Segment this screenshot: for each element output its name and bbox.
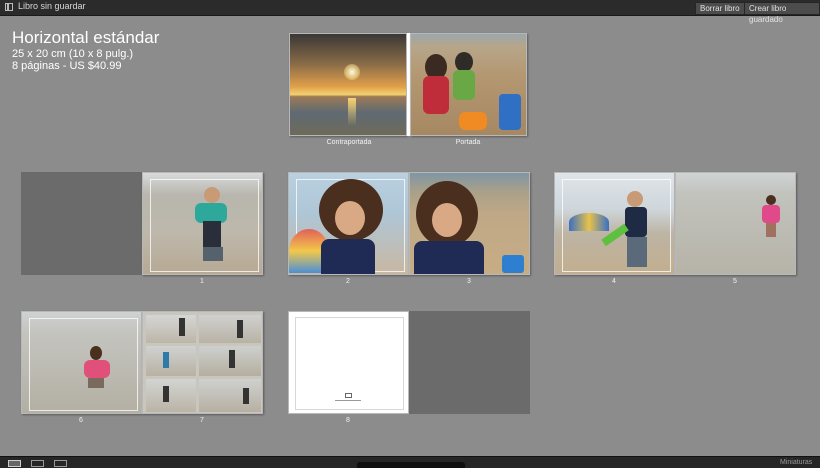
collage-photo-5[interactable] — [146, 379, 196, 412]
page-4-photo[interactable] — [554, 172, 675, 275]
page-number-7: 7 — [200, 417, 204, 424]
collage-photo-3[interactable] — [146, 346, 196, 376]
back-cover-label: Contraportada — [326, 139, 372, 146]
boy-head-shape — [627, 191, 643, 207]
photobook-logo-icon — [345, 393, 352, 398]
girl-face-shape — [432, 203, 462, 237]
panel-toggle-icon[interactable] — [5, 3, 13, 11]
page-number-3: 3 — [467, 278, 471, 285]
single-page-view-icon[interactable] — [54, 460, 67, 467]
page-number-5: 5 — [733, 278, 737, 285]
page-6-photo[interactable] — [21, 311, 142, 414]
spread-view-icon[interactable] — [31, 460, 44, 467]
child-red-shape — [423, 76, 449, 114]
page-number-2: 2 — [346, 278, 350, 285]
girl-face-shape — [335, 201, 365, 235]
child-green-shape — [453, 70, 475, 100]
page-3-photo[interactable] — [409, 172, 530, 275]
collage-photo-2[interactable] — [199, 315, 261, 343]
page-1-photo[interactable] — [142, 172, 263, 275]
book-format: Horizontal estándar — [12, 28, 160, 47]
girl-dress-shape — [321, 239, 375, 274]
book-title: Libro sin guardar — [18, 1, 86, 11]
page-number-8: 8 — [346, 417, 350, 424]
girl-dress-shape — [414, 241, 484, 274]
book-info: Horizontal estándar 25 x 20 cm (10 x 8 p… — [12, 28, 159, 72]
umbrella-shape — [569, 213, 609, 231]
create-saved-book-button[interactable]: Crear libro guardado — [744, 2, 820, 24]
collage-photo-6[interactable] — [199, 379, 261, 412]
page-number-6: 6 — [79, 417, 83, 424]
page-5-photo[interactable] — [675, 172, 796, 275]
page-2-photo[interactable] — [288, 172, 409, 275]
boy-head-shape — [204, 187, 220, 203]
front-cover-photo[interactable] — [410, 33, 527, 136]
inside-cover-blank — [21, 172, 142, 275]
back-cover-photo[interactable] — [289, 33, 407, 136]
boy-legs-shape — [203, 247, 223, 261]
page-number-4: 4 — [612, 278, 616, 285]
thumbnail-size-label: Miniaturas — [780, 459, 813, 466]
child-head-shape — [455, 52, 473, 72]
horizontal-scrollbar[interactable] — [357, 462, 465, 468]
front-cover-label: Portada — [455, 139, 481, 146]
blue-toy-shape — [502, 255, 524, 273]
bottom-toolbar: Miniaturas — [0, 456, 820, 468]
sun-shape — [344, 64, 360, 80]
page-8-blank[interactable] — [288, 311, 409, 414]
book-pages-price: 8 páginas - US $40.99 — [12, 60, 122, 72]
orange-toy-shape — [459, 112, 487, 130]
page-7-collage[interactable] — [142, 311, 263, 414]
book-size: 25 x 20 cm (10 x 8 pulg.) — [12, 48, 134, 60]
boy-body-shape — [203, 221, 221, 247]
clear-book-button[interactable]: Borrar libro — [695, 2, 745, 15]
collage-photo-1[interactable] — [146, 315, 196, 343]
child-head-shape — [90, 346, 102, 360]
child-legs-shape — [88, 378, 104, 388]
boy-legs-shape — [627, 237, 647, 267]
sun-reflection-shape — [348, 98, 356, 126]
child-legs-shape — [766, 223, 776, 237]
blue-bucket-shape — [499, 94, 521, 130]
page-number-1: 1 — [200, 278, 204, 285]
child-head-shape — [766, 195, 776, 205]
boy-body-shape — [625, 207, 647, 237]
child-pink-shape — [762, 205, 780, 223]
multi-page-view-icon[interactable] — [8, 460, 21, 467]
child-pink-shape — [84, 360, 110, 378]
title-bar: Libro sin guardar Borrar libro Crear lib… — [0, 0, 820, 24]
inside-back-cover-blank — [409, 311, 530, 414]
boy-floaties-shape — [195, 203, 227, 223]
